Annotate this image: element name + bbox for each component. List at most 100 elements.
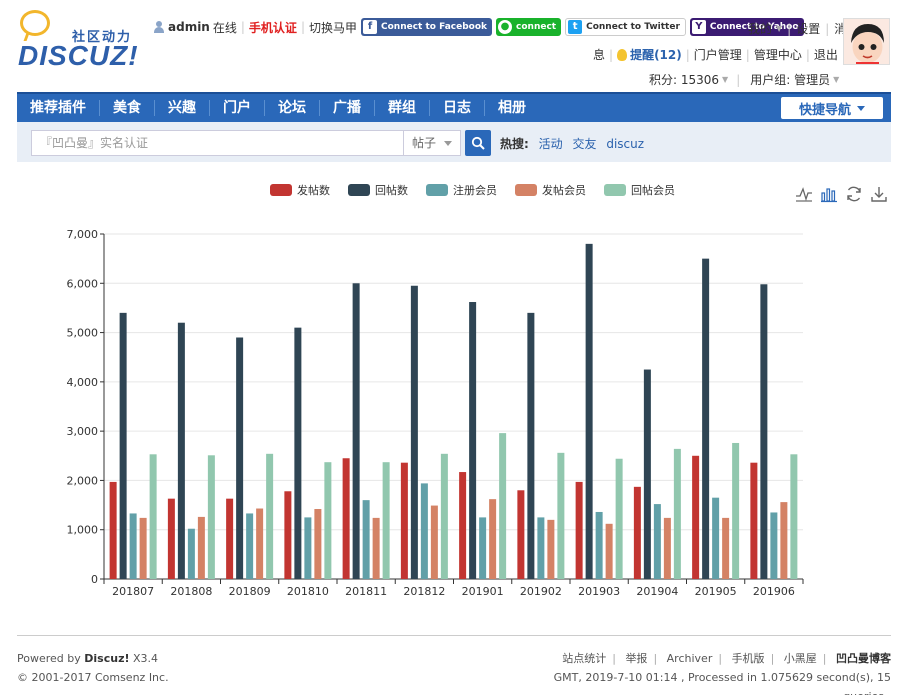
nav-item-plugins[interactable]: 推荐插件 [17,100,100,116]
nav-item-interest[interactable]: 兴趣 [155,100,210,116]
legend-item[interactable]: 注册会员 [426,182,497,198]
nav-item-groups[interactable]: 群组 [375,100,430,116]
logout-link[interactable]: 退出 [814,46,838,63]
admin-center-link[interactable]: 管理中心 [754,46,802,63]
bar-回帖数-201903[interactable] [585,243,593,579]
bar-注册会员-201904[interactable] [653,504,661,579]
portal-manage-link[interactable]: 门户管理 [694,46,742,63]
bar-回帖会员-201811[interactable] [382,462,390,579]
bar-发帖数-201902[interactable] [517,490,525,579]
points-menu[interactable]: 积分: 15306 [649,71,719,88]
bar-注册会员-201809[interactable] [246,513,254,579]
bar-回帖数-201807[interactable] [119,312,127,579]
bar-发帖会员-201901[interactable] [489,499,497,579]
nav-item-blog[interactable]: 日志 [430,100,485,116]
bar-发帖数-201901[interactable] [459,472,467,579]
bar-发帖数-201905[interactable] [692,455,700,579]
connect-facebook-button[interactable]: f Connect to Facebook [361,18,493,36]
bar-发帖会员-201811[interactable] [372,517,380,579]
bar-发帖会员-201812[interactable] [430,505,438,579]
bar-注册会员-201905[interactable] [712,497,720,579]
bar-发帖会员-201809[interactable] [256,508,264,579]
hot-link-friends[interactable]: 交友 [572,137,596,151]
bar-回帖会员-201902[interactable] [557,452,565,579]
bar-回帖数-201906[interactable] [760,284,768,579]
refresh-icon[interactable] [845,185,863,203]
legend-item[interactable]: 回帖会员 [604,182,675,198]
bar-回帖数-201809[interactable] [236,337,244,580]
quick-nav-button[interactable]: 快捷导航 [781,97,883,119]
bar-回帖会员-201901[interactable] [499,433,507,579]
bar-回帖会员-201906[interactable] [790,454,798,579]
bar-回帖数-201808[interactable] [177,322,185,579]
footer-link-blackroom[interactable]: 小黑屋 [784,652,817,665]
bar-发帖数-201903[interactable] [575,481,583,579]
footer-link-report[interactable]: 举报 [625,652,647,665]
discuz-link[interactable]: Discuz! [84,652,129,665]
bar-发帖会员-201906[interactable] [780,502,788,579]
nav-item-portal[interactable]: 门户 [210,100,265,116]
bar-注册会员-201902[interactable] [537,517,545,579]
search-type-select[interactable]: 帖子 [403,130,461,156]
connect-line-button[interactable]: ● connect [496,18,562,36]
nav-item-album[interactable]: 相册 [485,100,539,116]
bar-回帖会员-201809[interactable] [266,453,274,579]
bar-回帖会员-201903[interactable] [615,458,623,579]
footer-link-stats[interactable]: 站点统计 [562,652,606,665]
bar-发帖会员-201904[interactable] [663,517,671,579]
search-button[interactable] [465,130,491,156]
username-link[interactable]: admin [168,20,210,34]
site-logo[interactable]: 社区动力 DISCUZ! [16,10,146,72]
bar-回帖数-201901[interactable] [469,302,477,579]
legend-item[interactable]: 发帖数 [270,182,330,198]
bar-发帖数-201810[interactable] [284,491,292,579]
bar-注册会员-201812[interactable] [420,483,428,579]
nav-item-broadcast[interactable]: 广播 [320,100,375,116]
nav-item-forum[interactable]: 论坛 [265,100,320,116]
line-chart-icon[interactable] [795,185,813,203]
footer-brand[interactable]: 凹凸曼博客 [836,652,891,665]
bar-注册会员-201810[interactable] [304,517,312,579]
bar-发帖数-201812[interactable] [400,462,408,579]
bar-回帖数-201902[interactable] [527,312,535,579]
bar-注册会员-201808[interactable] [187,528,195,579]
message-link-tail[interactable]: 息 [593,46,605,63]
bar-chart-icon[interactable] [820,185,838,203]
bar-回帖数-201812[interactable] [410,285,418,579]
bar-注册会员-201811[interactable] [362,500,370,579]
bar-发帖会员-201810[interactable] [314,509,322,579]
avatar[interactable] [843,18,890,65]
bar-回帖会员-201812[interactable] [440,453,448,579]
bar-发帖会员-201902[interactable] [547,519,555,579]
bar-发帖数-201906[interactable] [750,462,758,579]
search-input[interactable]: 『凹凸曼』实名认证 [31,130,421,156]
bar-回帖会员-201808[interactable] [207,455,215,579]
bar-发帖数-201809[interactable] [226,498,234,579]
bar-发帖会员-201808[interactable] [197,516,205,579]
bar-发帖数-201811[interactable] [342,458,350,579]
footer-link-archiver[interactable]: Archiver [667,652,713,665]
bar-回帖会员-201905[interactable] [732,442,740,579]
usergroup-menu[interactable]: 用户组: 管理员 [750,71,830,88]
nav-item-food[interactable]: 美食 [100,100,155,116]
connect-twitter-button[interactable]: t Connect to Twitter [565,18,686,36]
bar-回帖数-201904[interactable] [643,369,651,579]
bar-注册会员-201903[interactable] [595,511,603,579]
bar-发帖数-201807[interactable] [109,481,117,579]
bar-发帖数-201904[interactable] [633,486,641,579]
remind-link[interactable]: 提醒(12) [630,46,682,63]
bar-发帖会员-201807[interactable] [139,517,147,579]
bar-注册会员-201807[interactable] [129,513,137,579]
mobile-verify-link[interactable]: 手机认证 [249,19,297,36]
bar-发帖会员-201903[interactable] [605,523,613,579]
legend-item[interactable]: 发帖会员 [515,182,586,198]
bar-注册会员-201901[interactable] [479,517,487,579]
bar-回帖会员-201807[interactable] [149,454,157,579]
settings-link[interactable]: 设置 [796,20,820,37]
legend-item[interactable]: 回帖数 [348,182,408,198]
bar-发帖数-201808[interactable] [167,498,175,579]
bar-回帖会员-201810[interactable] [324,462,332,579]
download-icon[interactable] [870,185,888,203]
my-menu[interactable]: 我的 [748,20,772,37]
bar-回帖数-201905[interactable] [702,258,710,579]
